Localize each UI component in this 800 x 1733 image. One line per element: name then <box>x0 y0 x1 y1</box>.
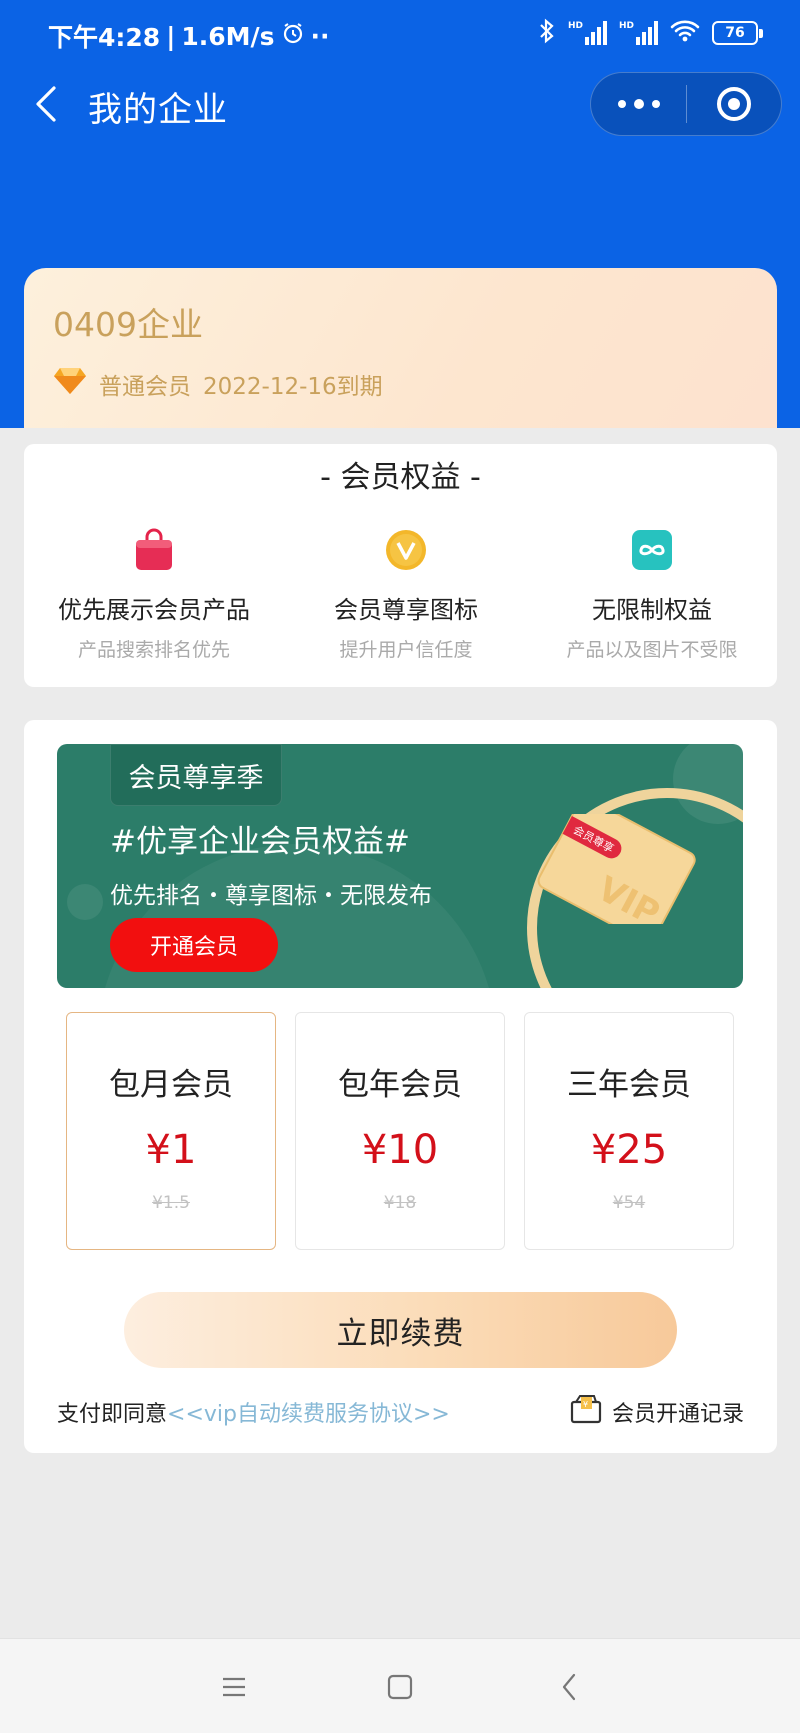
plan-price: ¥10 <box>361 1127 439 1173</box>
company-name: 0409企业 <box>53 305 203 344</box>
bluetooth-icon <box>538 18 556 48</box>
more-dots-icon <box>617 100 626 108</box>
mini-program-capsule <box>590 72 782 136</box>
alarm-icon <box>281 21 305 51</box>
status-time: 下午4:28 <box>48 23 161 52</box>
wallet-icon: ¥ <box>570 1394 602 1430</box>
infinity-icon <box>630 528 674 572</box>
membership-card: 0409企业 普通会员 2022-12-16到期 <box>24 268 777 428</box>
promo-banner[interactable]: 会员尊享 VIP 会员尊享季 #优享企业会员权益# 优先排名・尊享图标・无限发布… <box>57 744 743 988</box>
membership-level: 普通会员 <box>99 374 191 400</box>
plan-options: 包月会员 ¥1 ¥1.5 包年会员 ¥10 ¥18 三年会员 ¥25 ¥54 <box>66 1012 736 1252</box>
season-tag: 会员尊享季 <box>110 744 282 806</box>
diamond-icon <box>53 366 87 402</box>
plan-name: 包年会员 <box>338 1067 462 1103</box>
agreement-link[interactable]: <<vip自动续费服务协议>> <box>167 1402 450 1427</box>
plan-card-three-year[interactable]: 三年会员 ¥25 ¥54 <box>524 1012 734 1250</box>
agreement-prefix: 支付即同意 <box>57 1402 168 1427</box>
plan-name: 三年会员 <box>567 1067 691 1103</box>
back-button[interactable] <box>24 82 68 126</box>
back-triangle-icon <box>562 1673 576 1701</box>
plan-name: 包月会员 <box>109 1067 233 1103</box>
membership-records-link[interactable]: ¥ 会员开通记录 <box>570 1394 744 1430</box>
menu-icon <box>223 1677 245 1697</box>
benefits-title: - 会员权益 - <box>320 460 481 495</box>
svg-text:¥: ¥ <box>583 1400 588 1409</box>
vip-card-illustration: 会员尊享 VIP <box>537 814 696 924</box>
network-speed: 1.6M/s <box>181 21 275 51</box>
benefit-name: 无限制权益 <box>592 596 712 624</box>
benefit-desc: 提升用户信任度 <box>339 639 473 661</box>
wifi-icon <box>670 19 700 47</box>
signal-icon-2: HD <box>619 21 658 45</box>
signal-icon-1: HD <box>568 21 607 45</box>
agreement-text: 支付即同意<<vip自动续费服务协议>> <box>57 1396 450 1428</box>
page-title: 我的企业 <box>88 90 228 130</box>
close-button[interactable] <box>687 73 781 135</box>
plan-original-price: ¥18 <box>383 1193 417 1213</box>
plan-original-price: ¥1.5 <box>152 1193 190 1213</box>
home-button[interactable] <box>376 1663 424 1711</box>
target-close-icon <box>717 87 751 121</box>
renew-button[interactable]: 立即续费 <box>124 1292 677 1368</box>
plan-card-monthly[interactable]: 包月会员 ¥1 ¥1.5 <box>66 1012 276 1250</box>
more-button[interactable] <box>591 73 686 135</box>
plan-price: ¥1 <box>145 1127 197 1173</box>
membership-expiry: 2022-12-16到期 <box>203 374 383 400</box>
benefit-desc: 产品以及图片不受限 <box>566 639 738 661</box>
system-nav-bar <box>0 1638 800 1733</box>
nav-bar: 我的企业 <box>0 72 800 138</box>
shopping-bag-icon <box>132 528 176 572</box>
benefit-desc: 产品搜索排名优先 <box>77 639 230 661</box>
vip-badge-icon <box>384 528 428 572</box>
membership-level-row: 普通会员 2022-12-16到期 <box>53 366 383 402</box>
benefit-name: 会员尊享图标 <box>334 596 478 624</box>
status-dots: ·· <box>310 21 330 51</box>
plan-original-price: ¥54 <box>612 1193 646 1213</box>
banner-subtitle: 优先排名・尊享图标・无限发布 <box>110 883 432 909</box>
system-back-button[interactable] <box>545 1663 593 1711</box>
plan-card-yearly[interactable]: 包年会员 ¥10 ¥18 <box>295 1012 505 1250</box>
purchase-panel: 会员尊享 VIP 会员尊享季 #优享企业会员权益# 优先排名・尊享图标・无限发布… <box>24 720 777 1453</box>
status-bar: 下午4:28 | 1.6M/s ·· HD HD 76 <box>0 0 800 70</box>
menu-button[interactable] <box>210 1663 258 1711</box>
banner-headline: #优享企业会员权益# <box>110 824 410 860</box>
chevron-left-icon <box>36 86 56 122</box>
benefit-name: 优先展示会员产品 <box>58 596 250 624</box>
open-membership-button[interactable]: 开通会员 <box>110 918 278 972</box>
battery-icon: 76 <box>712 21 763 45</box>
benefit-item: 优先展示会员产品 产品搜索排名优先 <box>29 528 279 662</box>
home-square-icon <box>387 1674 413 1700</box>
records-label: 会员开通记录 <box>611 1402 744 1427</box>
plan-price: ¥25 <box>590 1127 668 1173</box>
benefit-item: 会员尊享图标 提升用户信任度 <box>281 528 531 662</box>
benefit-item: 无限制权益 产品以及图片不受限 <box>527 528 777 662</box>
benefits-panel: - 会员权益 - 优先展示会员产品 产品搜索排名优先 会员尊享图标 提升用户信任… <box>24 444 777 687</box>
